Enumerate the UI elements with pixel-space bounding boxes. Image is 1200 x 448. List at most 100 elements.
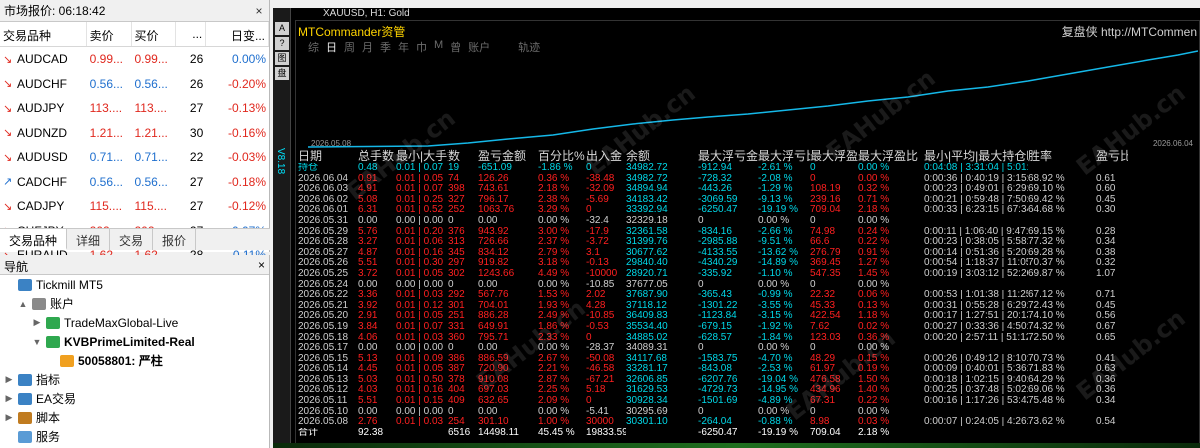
table-cell: 69.15 % [1028, 226, 1065, 237]
table-cell: 45.45 % [538, 427, 575, 438]
table-cell: 29840.40 [626, 258, 668, 269]
table-cell: 0.65 [1096, 332, 1116, 343]
table-cell: 251 [448, 311, 465, 322]
navigator-item[interactable]: Tickmill MT5 [0, 275, 269, 294]
table-cell: 72.43 % [1028, 300, 1065, 311]
table-cell: 5.51 [358, 258, 378, 269]
col-bid-header[interactable]: 卖价 [87, 22, 132, 46]
navigator-item[interactable]: ▶ TradeMaxGlobal-Live [0, 313, 269, 332]
ask-cell: 0.71... [134, 150, 168, 165]
table-cell: 合计 [298, 427, 318, 438]
table-cell: 0.00 [478, 343, 498, 354]
close-icon[interactable]: × [258, 258, 265, 272]
table-cell: 239.16 [810, 194, 841, 205]
table-header-cell: 最大浮亏比 [758, 149, 810, 163]
symbol-row[interactable]: ↘ AUDCHF 0.56... 0.56... 26 -0.20% [0, 72, 269, 97]
symbol-row[interactable]: ↘ AUDNZD 1.21... 1.21... 30 -0.16% [0, 121, 269, 146]
table-cell: 34982.72 [626, 173, 668, 184]
navigator-item[interactable]: ▶ EA交易 [0, 389, 269, 408]
curve-start-date: 2026.05.08 [311, 139, 352, 148]
table-cell: 886.59 [478, 353, 509, 364]
tree-icon [18, 430, 32, 443]
symbol-row[interactable]: ↗ CADCHF 0.56... 0.56... 27 -0.18% [0, 170, 269, 195]
table-cell: 910.08 [478, 374, 509, 385]
expand-icon[interactable]: ▶ [4, 412, 14, 423]
table-cell: 32606.85 [626, 374, 668, 385]
table-cell: 持仓 [298, 163, 318, 173]
expand-icon[interactable]: ▶ [32, 317, 42, 328]
col-ask-header[interactable]: 买价 [132, 22, 177, 46]
chart-window[interactable]: XAUUSD, H1: Gold A ? 图 盘 V8.18 MTCommand… [273, 8, 1200, 448]
symbol-row[interactable]: ↘ CADJPY 115.... 115.... 27 -0.12% [0, 194, 269, 219]
table-cell: 0 [698, 279, 704, 290]
brand-link[interactable]: 复盘侠 http://MTCommen [1062, 23, 1197, 40]
table-header-cell: 日期 [298, 149, 323, 163]
table-cell: 69.87 % [1028, 268, 1065, 279]
symbol-cell: ↗ CADCHF [0, 175, 87, 189]
review-icon[interactable]: 盘 [275, 67, 289, 80]
tool-button-a[interactable]: A [275, 22, 289, 35]
table-cell: 0.38 [1096, 247, 1116, 258]
tab-ticks[interactable]: 报价 [153, 229, 197, 250]
spread-cell: 27 [189, 199, 204, 214]
expand-icon[interactable]: ▲ [18, 299, 28, 309]
symbol-row[interactable]: ↘ AUDJPY 113.... 113.... 27 -0.13% [0, 96, 269, 121]
table-cell: -843.08 [698, 364, 732, 375]
symbol-row[interactable]: ↘ AUDUSD 0.71... 0.71... 22 -0.03% [0, 145, 269, 170]
table-cell: 0.01 | 0.16 [396, 247, 444, 258]
table-cell: -10.85 [586, 279, 615, 290]
table-cell: 2.49 % [538, 311, 570, 322]
col-symbol-header[interactable]: 交易品种 [0, 22, 87, 46]
tab-symbols[interactable]: 交易品种 [0, 229, 68, 250]
chart-icon[interactable]: 图 [275, 52, 289, 65]
table-cell: 0.01 | 0.09 [396, 353, 444, 364]
table-cell [924, 280, 1028, 291]
table-cell: 0.00 [478, 406, 498, 417]
navigator-item[interactable]: ▶ 脚本 [0, 408, 269, 427]
table-cell: -1501.69 [698, 396, 738, 407]
navigator-item[interactable]: ▲ 账户 [0, 294, 269, 313]
table-cell: 378 [448, 374, 465, 385]
table-row: 2026.05.28 3.27 0.01 | 0.06 313 726.66 2.37 %… [298, 237, 1198, 248]
table-cell: 2.76 [358, 417, 378, 428]
table-cell: -2985.88 [698, 237, 738, 248]
symbol-row[interactable]: ↘ AUDCAD 0.99... 0.99... 26 0.00% [0, 47, 269, 72]
market-watch-title: 市场报价: 06:18:42 [4, 4, 106, 18]
vertical-toolbar: A ? 图 盘 V8.18 [273, 8, 291, 448]
help-icon[interactable]: ? [275, 37, 289, 50]
table-cell: -10000 [586, 268, 618, 279]
table-cell: 34894.94 [626, 184, 668, 195]
spread-cell: 22 [189, 150, 204, 165]
tab-details[interactable]: 详细 [67, 229, 111, 250]
tab-trading[interactable]: 交易 [110, 229, 154, 250]
table-cell: 834.12 [478, 247, 509, 258]
spread-cell: 27 [189, 174, 204, 189]
navigator-item[interactable]: 50058801: 严柱 [0, 351, 269, 370]
table-cell: 2026.05.12 [298, 385, 349, 396]
navigator-item[interactable]: ▼ KVBPrimeLimited-Real [0, 332, 269, 351]
col-change-header[interactable]: 日变... [206, 22, 270, 46]
table-cell: -2.53 % [758, 364, 793, 375]
table-cell: 0.01 | 0.20 [396, 226, 444, 237]
spread-cell: 26 [189, 76, 204, 91]
arrow-down-icon: ↘ [3, 127, 13, 140]
tree-icon [46, 335, 60, 348]
table-row: 2026.05.27 4.87 0.01 | 0.16 345 834.12 2.79 %… [298, 248, 1198, 259]
expand-icon[interactable]: ▶ [4, 374, 14, 385]
table-cell: 5.76 [358, 226, 378, 237]
navigator-item[interactable]: ▶ 指标 [0, 370, 269, 389]
tree-icon [18, 392, 32, 405]
table-cell: 74 [448, 173, 460, 184]
table-row: 2026.05.25 3.72 0.01 | 0.05 302 1243.66 4.49 … [298, 269, 1198, 280]
bid-cell: 1.21... [89, 125, 124, 140]
table-cell: 0:00:14 | 0:51:36 | 5:20:36 [924, 247, 1028, 258]
table-cell: 30295.69 [626, 406, 668, 417]
close-icon[interactable]: × [253, 4, 265, 18]
expand-icon[interactable]: ▶ [4, 393, 14, 404]
expand-icon[interactable]: ▼ [32, 337, 42, 347]
navigator-item[interactable]: 服务 [0, 427, 269, 446]
col-spread-header[interactable]: ... [176, 22, 207, 46]
table-row: 2026.05.20 2.91 0.01 | 0.05 251 886.28 2.49 %… [298, 311, 1198, 322]
table-cell: 2.18 % [858, 427, 890, 438]
table-cell: 697.03 [478, 385, 509, 396]
